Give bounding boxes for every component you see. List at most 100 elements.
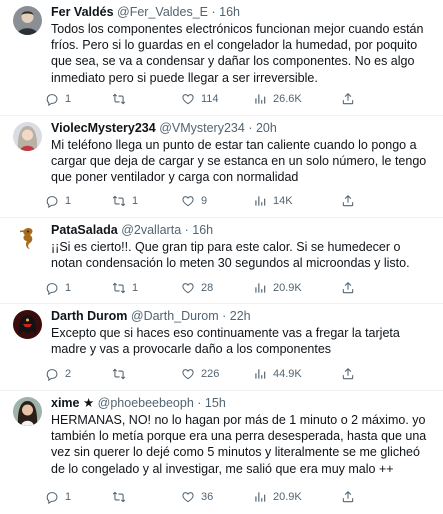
tweet-content: xime ★ @phoebeebeoph · 15h HERMANAS, NO!… xyxy=(51,395,435,477)
share-button[interactable] xyxy=(341,92,361,106)
views-chart-icon xyxy=(255,94,266,104)
tweet-header: PataSalada @2vallarta · 16h xyxy=(51,222,435,238)
tweet-content: PataSalada @2vallarta · 16h ¡¡Si es cier… xyxy=(51,222,435,271)
tweet[interactable]: Fer Valdés @Fer_Valdes_E · 16h Todos los… xyxy=(0,0,443,116)
reply-count: 1 xyxy=(65,282,72,294)
action-bar: 1 1 28 20.9K xyxy=(45,280,375,296)
reply-button[interactable]: 2 xyxy=(45,367,112,381)
views-count: 44.9K xyxy=(273,368,302,380)
timestamp[interactable]: 15h xyxy=(205,396,226,410)
share-icon xyxy=(342,195,354,207)
share-icon xyxy=(342,491,354,503)
timestamp[interactable]: 22h xyxy=(230,309,251,323)
reply-icon xyxy=(46,283,58,295)
like-count: 114 xyxy=(201,93,219,105)
tweet-header: xime ★ @phoebeebeoph · 15h xyxy=(51,395,435,411)
like-button[interactable]: 226 xyxy=(181,367,253,381)
tweet[interactable]: xime ★ @phoebeebeoph · 15h HERMANAS, NO!… xyxy=(0,391,443,514)
tweet-text: HERMANAS, NO! no lo hagan por más de 1 m… xyxy=(51,413,427,476)
retweet-button[interactable] xyxy=(112,92,181,106)
reply-button[interactable]: 1 xyxy=(45,194,112,208)
views-button[interactable]: 20.9K xyxy=(253,281,341,295)
heart-icon xyxy=(182,492,194,503)
like-button[interactable]: 9 xyxy=(181,194,253,208)
reply-button[interactable]: 1 xyxy=(45,490,112,504)
like-count: 226 xyxy=(201,368,220,380)
timestamp[interactable]: 16h xyxy=(219,5,240,19)
separator-dot: · xyxy=(184,223,189,237)
views-button[interactable]: 20.9K xyxy=(253,490,341,504)
author-handle[interactable]: @phoebeebeoph xyxy=(98,396,194,410)
share-icon xyxy=(342,368,354,380)
retweet-button[interactable]: 1 xyxy=(112,281,181,295)
avatar-helmet-icon[interactable] xyxy=(13,310,42,339)
heart-icon xyxy=(182,94,194,105)
action-bar: 1 36 20.9K xyxy=(45,489,375,505)
retweet-icon xyxy=(112,491,126,503)
author-name[interactable]: ViolecMystery234 xyxy=(51,121,156,135)
views-chart-icon xyxy=(255,283,266,293)
author-name[interactable]: PataSalada xyxy=(51,223,118,237)
views-count: 20.9K xyxy=(273,282,302,294)
retweet-count: 1 xyxy=(132,282,139,294)
tweet-header: Fer Valdés @Fer_Valdes_E · 16h xyxy=(51,4,435,20)
reply-count: 1 xyxy=(65,195,72,207)
tweet-text: Todos los componentes electrónicos funci… xyxy=(51,22,424,85)
views-count: 14K xyxy=(273,195,293,207)
author-handle[interactable]: @Fer_Valdes_E xyxy=(117,5,208,19)
timestamp[interactable]: 16h xyxy=(192,223,213,237)
author-handle[interactable]: @VMystery234 xyxy=(159,121,245,135)
reply-button[interactable]: 1 xyxy=(45,281,112,295)
reply-icon xyxy=(46,94,58,106)
tweet[interactable]: PataSalada @2vallarta · 16h ¡¡Si es cier… xyxy=(0,218,443,304)
retweet-count: 1 xyxy=(132,195,139,207)
tweet-header: Darth Durom @Darth_Durom · 22h xyxy=(51,308,435,324)
retweet-icon xyxy=(112,282,126,294)
author-handle[interactable]: @2vallarta xyxy=(121,223,181,237)
like-button[interactable]: 28 xyxy=(181,281,253,295)
views-button[interactable]: 44.9K xyxy=(253,367,341,381)
views-button[interactable]: 14K xyxy=(253,194,341,208)
reply-count: 2 xyxy=(65,368,72,380)
heart-icon xyxy=(182,283,194,294)
author-name[interactable]: xime ★ xyxy=(51,396,94,410)
heart-icon xyxy=(182,196,194,207)
author-name[interactable]: Fer Valdés xyxy=(51,5,114,19)
retweet-button[interactable] xyxy=(112,490,181,504)
action-bar: 1 1 9 14K xyxy=(45,193,375,209)
views-chart-icon xyxy=(255,492,266,502)
like-button[interactable]: 114 xyxy=(181,92,253,106)
like-count: 9 xyxy=(201,195,208,207)
avatar-woman-icon[interactable] xyxy=(13,122,42,151)
tweet[interactable]: Darth Durom @Darth_Durom · 22h Excepto q… xyxy=(0,304,443,391)
share-button[interactable] xyxy=(341,490,361,504)
reply-icon xyxy=(46,492,58,504)
avatar-girl-icon[interactable] xyxy=(13,397,42,426)
timestamp[interactable]: 20h xyxy=(256,121,277,135)
tweet-text: ¡¡Si es cierto!!. Que gran tip para este… xyxy=(51,240,410,271)
reply-icon xyxy=(46,196,58,208)
author-name[interactable]: Darth Durom xyxy=(51,309,127,323)
reply-count: 1 xyxy=(65,93,72,105)
views-count: 20.9K xyxy=(273,491,302,503)
action-bar: 1 114 26.6K xyxy=(45,91,375,107)
retweet-button[interactable] xyxy=(112,367,181,381)
avatar-man-icon[interactable] xyxy=(13,6,42,35)
separator-dot: · xyxy=(211,5,216,19)
heart-icon xyxy=(182,369,194,380)
reply-count: 1 xyxy=(65,491,72,503)
share-icon xyxy=(342,282,354,294)
tweet[interactable]: ViolecMystery234 @VMystery234 · 20h Mi t… xyxy=(0,116,443,218)
retweet-icon xyxy=(112,93,126,105)
share-button[interactable] xyxy=(341,281,361,295)
views-button[interactable]: 26.6K xyxy=(253,92,341,106)
like-button[interactable]: 36 xyxy=(181,490,253,504)
avatar-seahorse-icon[interactable] xyxy=(13,224,42,253)
separator-dot: · xyxy=(197,396,202,410)
author-handle[interactable]: @Darth_Durom xyxy=(131,309,219,323)
share-button[interactable] xyxy=(341,194,361,208)
share-button[interactable] xyxy=(341,367,361,381)
retweet-icon xyxy=(112,195,126,207)
retweet-button[interactable]: 1 xyxy=(112,194,181,208)
reply-button[interactable]: 1 xyxy=(45,92,112,106)
